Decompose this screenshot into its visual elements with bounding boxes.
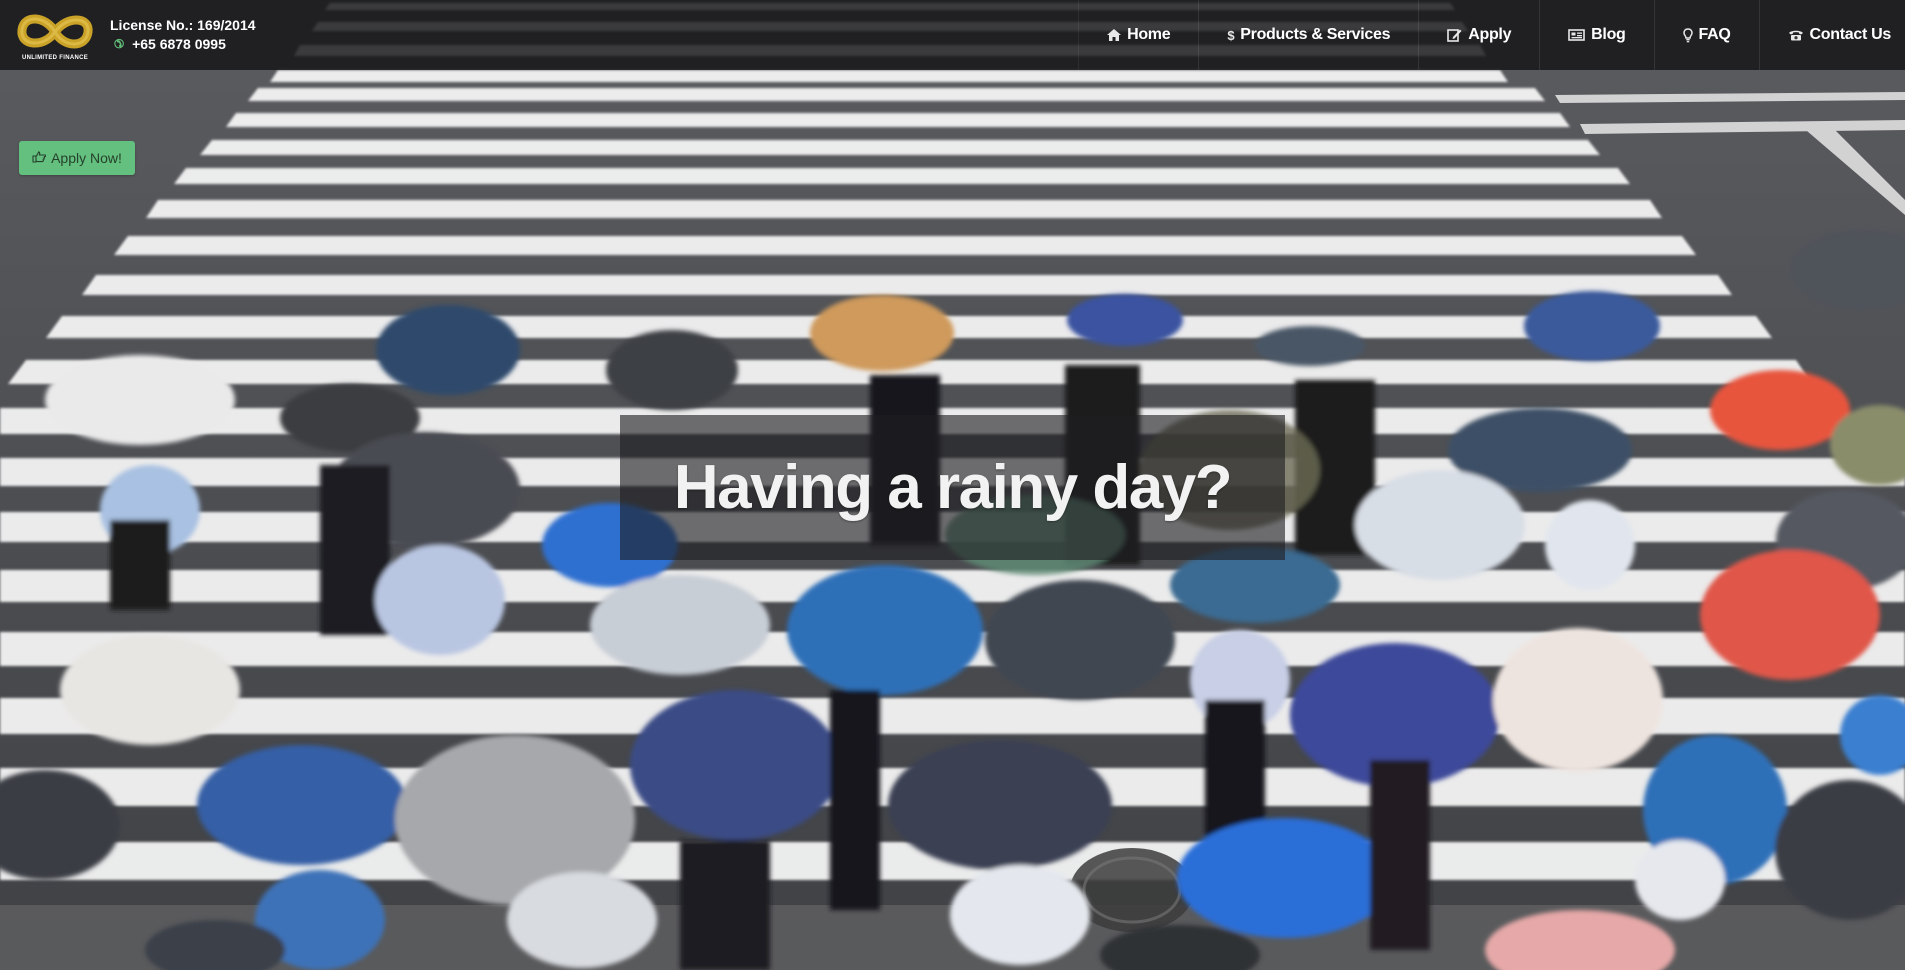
nav-item-products-services[interactable]: $ Products & Services xyxy=(1198,0,1418,70)
nav-label-blog: Blog xyxy=(1591,26,1626,43)
nav-item-contact-us[interactable]: Contact Us xyxy=(1758,0,1905,70)
logo-text: UNLIMITED FINANCE xyxy=(21,54,89,61)
apply-now-label: Apply Now! xyxy=(51,150,122,166)
contact-info: License No.: 169/2014 ✆ +65 6878 0995 xyxy=(110,16,256,54)
nav-item-apply[interactable]: Apply xyxy=(1418,0,1539,70)
nav-item-faq[interactable]: FAQ xyxy=(1653,0,1759,70)
headline-box: Having a rainy day? xyxy=(620,415,1285,560)
edit-icon xyxy=(1447,28,1462,42)
nav-label-contact-us: Contact Us xyxy=(1809,26,1892,43)
hero-section: UNLIMITED FINANCE License No.: 169/2014 … xyxy=(0,0,1905,970)
lightbulb-icon xyxy=(1682,27,1693,43)
home-icon xyxy=(1107,29,1122,41)
phone-row: ✆ +65 6878 0995 xyxy=(110,35,256,54)
nav-label-home: Home xyxy=(1127,26,1171,43)
brand-block: UNLIMITED FINANCE License No.: 169/2014 … xyxy=(0,6,476,64)
license-number: License No.: 169/2014 xyxy=(110,17,256,33)
phone-icon: ✆ xyxy=(114,37,125,51)
nav-item-home[interactable]: Home xyxy=(1078,0,1198,70)
nav-label-apply: Apply xyxy=(1468,26,1512,43)
infinity-logo-icon xyxy=(17,14,93,48)
company-logo[interactable]: UNLIMITED FINANCE xyxy=(16,6,94,64)
dollar-icon: $ xyxy=(1227,27,1235,43)
phone-icon xyxy=(1788,29,1804,41)
nav-label-faq: FAQ xyxy=(1698,26,1731,43)
hero-headline: Having a rainy day? xyxy=(673,453,1233,522)
main-nav: Home $ Products & Services Apply Blog FA… xyxy=(1078,0,1905,70)
top-navigation-bar: UNLIMITED FINANCE License No.: 169/2014 … xyxy=(0,0,1905,70)
nav-label-products-services: Products & Services xyxy=(1240,26,1391,43)
nav-item-blog[interactable]: Blog xyxy=(1539,0,1653,70)
hand-point-right-icon xyxy=(32,150,47,166)
apply-now-button[interactable]: Apply Now! xyxy=(19,141,135,175)
newspaper-icon xyxy=(1568,29,1585,41)
phone-number[interactable]: +65 6878 0995 xyxy=(132,35,226,54)
